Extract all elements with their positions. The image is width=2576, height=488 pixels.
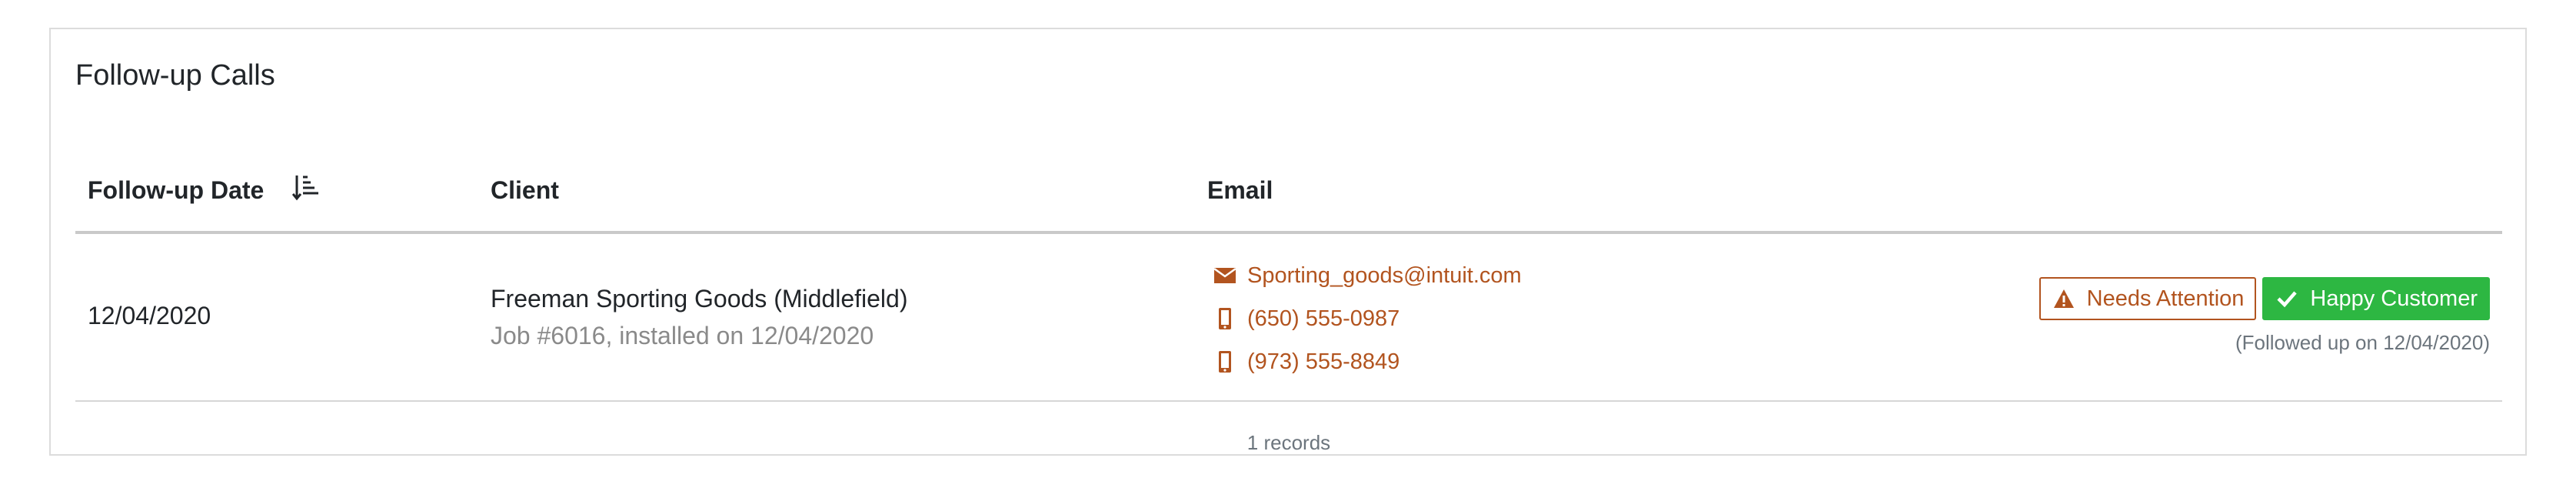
happy-customer-button[interactable]: Happy Customer [2262, 277, 2490, 320]
follow-up-table: Follow-up Date Client Email 12/04/2020 F… [75, 145, 2502, 454]
happy-customer-label: Happy Customer [2310, 286, 2478, 311]
records-count: 1 records [1246, 431, 1331, 454]
column-header-email[interactable]: Email [1207, 175, 1273, 205]
row-actions: Needs Attention Happy Customer [2039, 277, 2490, 320]
client-name: Freeman Sporting Goods (Middlefield) [491, 285, 908, 313]
needs-attention-label: Needs Attention [2086, 286, 2245, 311]
table-footer: 1 records [75, 402, 2502, 454]
table-header: Follow-up Date Client Email [75, 145, 2502, 234]
column-header-follow-up-date[interactable]: Follow-up Date [88, 175, 264, 205]
warning-icon [2053, 289, 2074, 308]
sort-descending-icon[interactable] [291, 172, 320, 203]
check-icon [2277, 291, 2298, 308]
mobile-phone-icon [1213, 307, 1236, 330]
follow-up-calls-card: Follow-up Calls Follow-up Date Client Em… [49, 28, 2527, 456]
mobile-phone-icon [1213, 350, 1236, 373]
phone-link-1[interactable]: (650) 555-0987 [1247, 306, 1399, 332]
table-row: 12/04/2020 Freeman Sporting Goods (Middl… [75, 234, 2502, 402]
phone-link-2[interactable]: (973) 555-8849 [1247, 349, 1399, 375]
follow-up-date: 12/04/2020 [88, 302, 211, 329]
followed-up-note: (Followed up on 12/04/2020) [2235, 331, 2490, 354]
card-title: Follow-up Calls [75, 59, 275, 92]
client-job-info: Job #6016, installed on 12/04/2020 [491, 322, 874, 349]
email-link[interactable]: Sporting_goods@intuit.com [1247, 263, 1522, 289]
needs-attention-button[interactable]: Needs Attention [2039, 277, 2257, 320]
phone-contact-2: (973) 555-8849 [1213, 346, 1399, 377]
email-contact: Sporting_goods@intuit.com [1213, 260, 1522, 291]
phone-contact-1: (650) 555-0987 [1213, 303, 1399, 334]
column-header-client[interactable]: Client [491, 175, 559, 205]
envelope-icon [1213, 264, 1236, 287]
